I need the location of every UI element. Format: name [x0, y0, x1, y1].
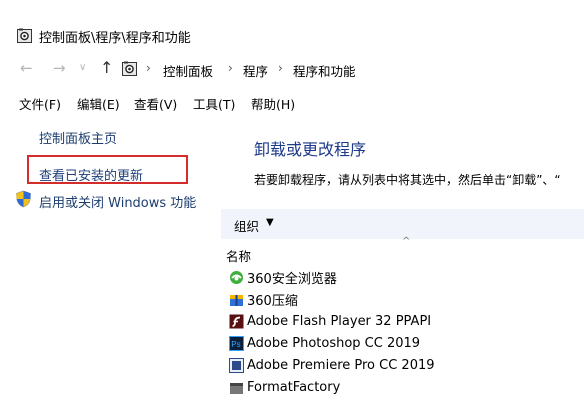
control-panel-home-link[interactable]: 控制面板主页: [39, 128, 117, 147]
breadcrumb-separator-icon: ›: [228, 61, 233, 75]
breadcrumb-separator-icon: ›: [146, 61, 151, 75]
control-panel-icon: [122, 61, 137, 76]
menu-help[interactable]: 帮助(H): [251, 94, 295, 113]
premiere-icon: [229, 357, 244, 373]
program-row[interactable]: FormatFactory: [229, 376, 340, 398]
windows-features-link[interactable]: 启用或关闭 Windows 功能: [39, 192, 196, 211]
organize-button[interactable]: 组织: [234, 216, 259, 235]
photoshop-icon: Ps: [229, 335, 244, 351]
column-header-name[interactable]: 名称: [226, 246, 251, 265]
breadcrumb-control-panel[interactable]: 控制面板: [163, 61, 213, 80]
360-browser-icon: [230, 270, 243, 284]
uac-shield-icon: [16, 190, 31, 208]
program-row[interactable]: Adobe Premiere Pro CC 2019: [229, 354, 435, 376]
program-row[interactable]: 360压缩: [229, 288, 298, 310]
control-panel-icon: [17, 28, 32, 43]
program-name: 360压缩: [247, 293, 298, 309]
up-arrow-icon[interactable]: ↑: [100, 60, 113, 76]
recent-locations-chevron-icon[interactable]: ∨: [79, 63, 86, 73]
dropdown-arrow-icon[interactable]: ▼: [266, 217, 274, 228]
window-title: 控制面板\程序\程序和功能: [39, 31, 191, 46]
program-name: 360安全浏览器: [247, 271, 337, 287]
menu-edit[interactable]: 编辑(E): [77, 94, 120, 113]
formatfactory-icon: [230, 382, 243, 394]
breadcrumb-programs[interactable]: 程序: [243, 61, 268, 80]
program-name: Adobe Flash Player 32 PPAPI: [247, 313, 432, 329]
svg-text:Ps: Ps: [231, 340, 240, 349]
page-description: 若要卸载程序，请从列表中将其选中，然后单击“卸载”、“: [254, 173, 561, 187]
forward-arrow-icon[interactable]: →: [53, 61, 66, 76]
breadcrumb-separator-icon: ›: [278, 61, 283, 75]
program-name: FormatFactory: [247, 379, 341, 395]
back-arrow-icon[interactable]: ←: [20, 61, 33, 76]
program-row[interactable]: 360安全浏览器: [229, 266, 337, 288]
menu-tools[interactable]: 工具(T): [193, 94, 235, 113]
menu-view[interactable]: 查看(V): [134, 94, 177, 113]
breadcrumb-programs-and-features[interactable]: 程序和功能: [293, 61, 356, 80]
programs-toolbar: [221, 209, 584, 239]
flash-icon: [229, 314, 244, 328]
program-row[interactable]: Adobe Flash Player 32 PPAPI: [229, 310, 431, 332]
program-name: Adobe Photoshop CC 2019: [247, 335, 421, 351]
sort-caret-icon: ^: [402, 236, 411, 247]
page-title: 卸载或更改程序: [254, 140, 367, 159]
view-installed-updates-link[interactable]: 查看已安装的更新: [39, 165, 143, 184]
menu-file[interactable]: 文件(F): [19, 94, 61, 113]
program-name: Adobe Premiere Pro CC 2019: [247, 357, 435, 373]
360zip-icon: [230, 294, 243, 306]
program-row[interactable]: Ps Adobe Photoshop CC 2019: [229, 332, 420, 354]
